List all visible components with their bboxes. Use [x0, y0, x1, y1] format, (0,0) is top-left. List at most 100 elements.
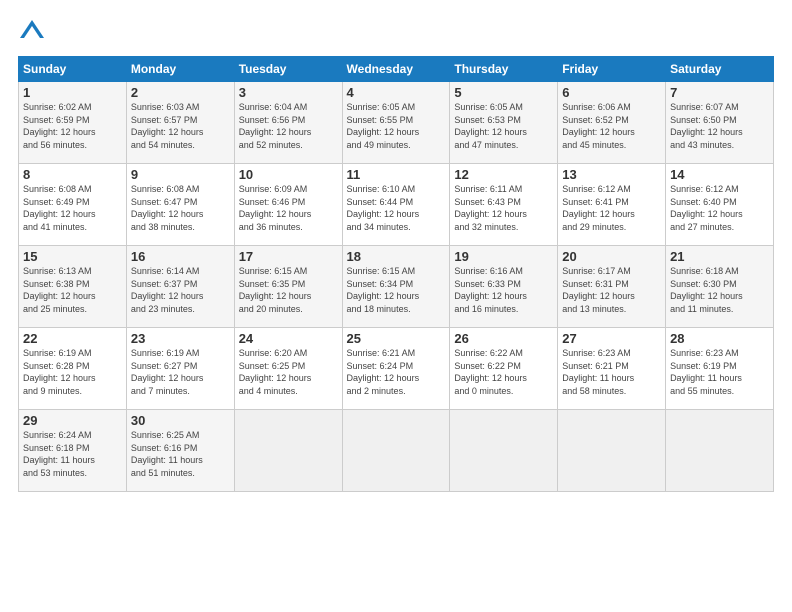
calendar-cell: [234, 410, 342, 492]
calendar-cell: 22Sunrise: 6:19 AMSunset: 6:28 PMDayligh…: [19, 328, 127, 410]
calendar-week-4: 22Sunrise: 6:19 AMSunset: 6:28 PMDayligh…: [19, 328, 774, 410]
day-info: Sunrise: 6:05 AMSunset: 6:53 PMDaylight:…: [454, 101, 553, 151]
day-number: 13: [562, 167, 661, 182]
day-number: 27: [562, 331, 661, 346]
day-info: Sunrise: 6:09 AMSunset: 6:46 PMDaylight:…: [239, 183, 338, 233]
day-info: Sunrise: 6:02 AMSunset: 6:59 PMDaylight:…: [23, 101, 122, 151]
day-number: 7: [670, 85, 769, 100]
day-number: 20: [562, 249, 661, 264]
day-number: 14: [670, 167, 769, 182]
calendar-cell: 25Sunrise: 6:21 AMSunset: 6:24 PMDayligh…: [342, 328, 450, 410]
calendar-cell: 20Sunrise: 6:17 AMSunset: 6:31 PMDayligh…: [558, 246, 666, 328]
calendar-cell: 10Sunrise: 6:09 AMSunset: 6:46 PMDayligh…: [234, 164, 342, 246]
day-number: 11: [347, 167, 446, 182]
calendar-cell: 14Sunrise: 6:12 AMSunset: 6:40 PMDayligh…: [666, 164, 774, 246]
day-info: Sunrise: 6:12 AMSunset: 6:41 PMDaylight:…: [562, 183, 661, 233]
calendar-cell: 27Sunrise: 6:23 AMSunset: 6:21 PMDayligh…: [558, 328, 666, 410]
day-info: Sunrise: 6:15 AMSunset: 6:35 PMDaylight:…: [239, 265, 338, 315]
calendar-cell: 29Sunrise: 6:24 AMSunset: 6:18 PMDayligh…: [19, 410, 127, 492]
day-info: Sunrise: 6:16 AMSunset: 6:33 PMDaylight:…: [454, 265, 553, 315]
day-info: Sunrise: 6:21 AMSunset: 6:24 PMDaylight:…: [347, 347, 446, 397]
day-info: Sunrise: 6:17 AMSunset: 6:31 PMDaylight:…: [562, 265, 661, 315]
day-info: Sunrise: 6:08 AMSunset: 6:47 PMDaylight:…: [131, 183, 230, 233]
header-cell-thursday: Thursday: [450, 57, 558, 82]
calendar-cell: 9Sunrise: 6:08 AMSunset: 6:47 PMDaylight…: [126, 164, 234, 246]
calendar-cell: 2Sunrise: 6:03 AMSunset: 6:57 PMDaylight…: [126, 82, 234, 164]
day-number: 10: [239, 167, 338, 182]
day-info: Sunrise: 6:19 AMSunset: 6:27 PMDaylight:…: [131, 347, 230, 397]
day-info: Sunrise: 6:13 AMSunset: 6:38 PMDaylight:…: [23, 265, 122, 315]
calendar-cell: 28Sunrise: 6:23 AMSunset: 6:19 PMDayligh…: [666, 328, 774, 410]
day-info: Sunrise: 6:12 AMSunset: 6:40 PMDaylight:…: [670, 183, 769, 233]
calendar-cell: 12Sunrise: 6:11 AMSunset: 6:43 PMDayligh…: [450, 164, 558, 246]
header-cell-friday: Friday: [558, 57, 666, 82]
calendar-cell: [666, 410, 774, 492]
day-info: Sunrise: 6:18 AMSunset: 6:30 PMDaylight:…: [670, 265, 769, 315]
header-cell-saturday: Saturday: [666, 57, 774, 82]
day-number: 18: [347, 249, 446, 264]
calendar-cell: 24Sunrise: 6:20 AMSunset: 6:25 PMDayligh…: [234, 328, 342, 410]
day-number: 21: [670, 249, 769, 264]
day-info: Sunrise: 6:23 AMSunset: 6:21 PMDaylight:…: [562, 347, 661, 397]
calendar-cell: 15Sunrise: 6:13 AMSunset: 6:38 PMDayligh…: [19, 246, 127, 328]
day-info: Sunrise: 6:04 AMSunset: 6:56 PMDaylight:…: [239, 101, 338, 151]
calendar-cell: 16Sunrise: 6:14 AMSunset: 6:37 PMDayligh…: [126, 246, 234, 328]
calendar-cell: 4Sunrise: 6:05 AMSunset: 6:55 PMDaylight…: [342, 82, 450, 164]
day-number: 12: [454, 167, 553, 182]
day-number: 30: [131, 413, 230, 428]
day-number: 4: [347, 85, 446, 100]
calendar-week-5: 29Sunrise: 6:24 AMSunset: 6:18 PMDayligh…: [19, 410, 774, 492]
header-cell-sunday: Sunday: [19, 57, 127, 82]
calendar-cell: 3Sunrise: 6:04 AMSunset: 6:56 PMDaylight…: [234, 82, 342, 164]
day-info: Sunrise: 6:08 AMSunset: 6:49 PMDaylight:…: [23, 183, 122, 233]
day-info: Sunrise: 6:06 AMSunset: 6:52 PMDaylight:…: [562, 101, 661, 151]
day-number: 22: [23, 331, 122, 346]
calendar-cell: 5Sunrise: 6:05 AMSunset: 6:53 PMDaylight…: [450, 82, 558, 164]
day-number: 16: [131, 249, 230, 264]
logo: [18, 18, 50, 46]
calendar-table: SundayMondayTuesdayWednesdayThursdayFrid…: [18, 56, 774, 492]
day-info: Sunrise: 6:14 AMSunset: 6:37 PMDaylight:…: [131, 265, 230, 315]
day-number: 2: [131, 85, 230, 100]
day-number: 3: [239, 85, 338, 100]
calendar-cell: [450, 410, 558, 492]
day-info: Sunrise: 6:15 AMSunset: 6:34 PMDaylight:…: [347, 265, 446, 315]
day-number: 15: [23, 249, 122, 264]
day-number: 19: [454, 249, 553, 264]
calendar-cell: 1Sunrise: 6:02 AMSunset: 6:59 PMDaylight…: [19, 82, 127, 164]
header-row: SundayMondayTuesdayWednesdayThursdayFrid…: [19, 57, 774, 82]
day-number: 24: [239, 331, 338, 346]
day-info: Sunrise: 6:03 AMSunset: 6:57 PMDaylight:…: [131, 101, 230, 151]
calendar-cell: 19Sunrise: 6:16 AMSunset: 6:33 PMDayligh…: [450, 246, 558, 328]
header-cell-wednesday: Wednesday: [342, 57, 450, 82]
calendar-cell: 6Sunrise: 6:06 AMSunset: 6:52 PMDaylight…: [558, 82, 666, 164]
calendar-week-2: 8Sunrise: 6:08 AMSunset: 6:49 PMDaylight…: [19, 164, 774, 246]
day-info: Sunrise: 6:07 AMSunset: 6:50 PMDaylight:…: [670, 101, 769, 151]
day-number: 25: [347, 331, 446, 346]
day-info: Sunrise: 6:24 AMSunset: 6:18 PMDaylight:…: [23, 429, 122, 479]
logo-icon: [18, 18, 46, 46]
day-number: 17: [239, 249, 338, 264]
calendar-cell: 18Sunrise: 6:15 AMSunset: 6:34 PMDayligh…: [342, 246, 450, 328]
day-info: Sunrise: 6:10 AMSunset: 6:44 PMDaylight:…: [347, 183, 446, 233]
day-number: 23: [131, 331, 230, 346]
calendar-header: SundayMondayTuesdayWednesdayThursdayFrid…: [19, 57, 774, 82]
day-info: Sunrise: 6:05 AMSunset: 6:55 PMDaylight:…: [347, 101, 446, 151]
calendar-cell: 7Sunrise: 6:07 AMSunset: 6:50 PMDaylight…: [666, 82, 774, 164]
calendar-cell: [558, 410, 666, 492]
day-number: 1: [23, 85, 122, 100]
day-number: 26: [454, 331, 553, 346]
day-number: 9: [131, 167, 230, 182]
calendar-cell: 21Sunrise: 6:18 AMSunset: 6:30 PMDayligh…: [666, 246, 774, 328]
page: SundayMondayTuesdayWednesdayThursdayFrid…: [0, 0, 792, 612]
calendar-cell: 8Sunrise: 6:08 AMSunset: 6:49 PMDaylight…: [19, 164, 127, 246]
day-number: 28: [670, 331, 769, 346]
calendar-week-1: 1Sunrise: 6:02 AMSunset: 6:59 PMDaylight…: [19, 82, 774, 164]
day-number: 29: [23, 413, 122, 428]
calendar-cell: 23Sunrise: 6:19 AMSunset: 6:27 PMDayligh…: [126, 328, 234, 410]
day-info: Sunrise: 6:23 AMSunset: 6:19 PMDaylight:…: [670, 347, 769, 397]
day-number: 8: [23, 167, 122, 182]
calendar-week-3: 15Sunrise: 6:13 AMSunset: 6:38 PMDayligh…: [19, 246, 774, 328]
day-info: Sunrise: 6:20 AMSunset: 6:25 PMDaylight:…: [239, 347, 338, 397]
calendar-cell: 11Sunrise: 6:10 AMSunset: 6:44 PMDayligh…: [342, 164, 450, 246]
